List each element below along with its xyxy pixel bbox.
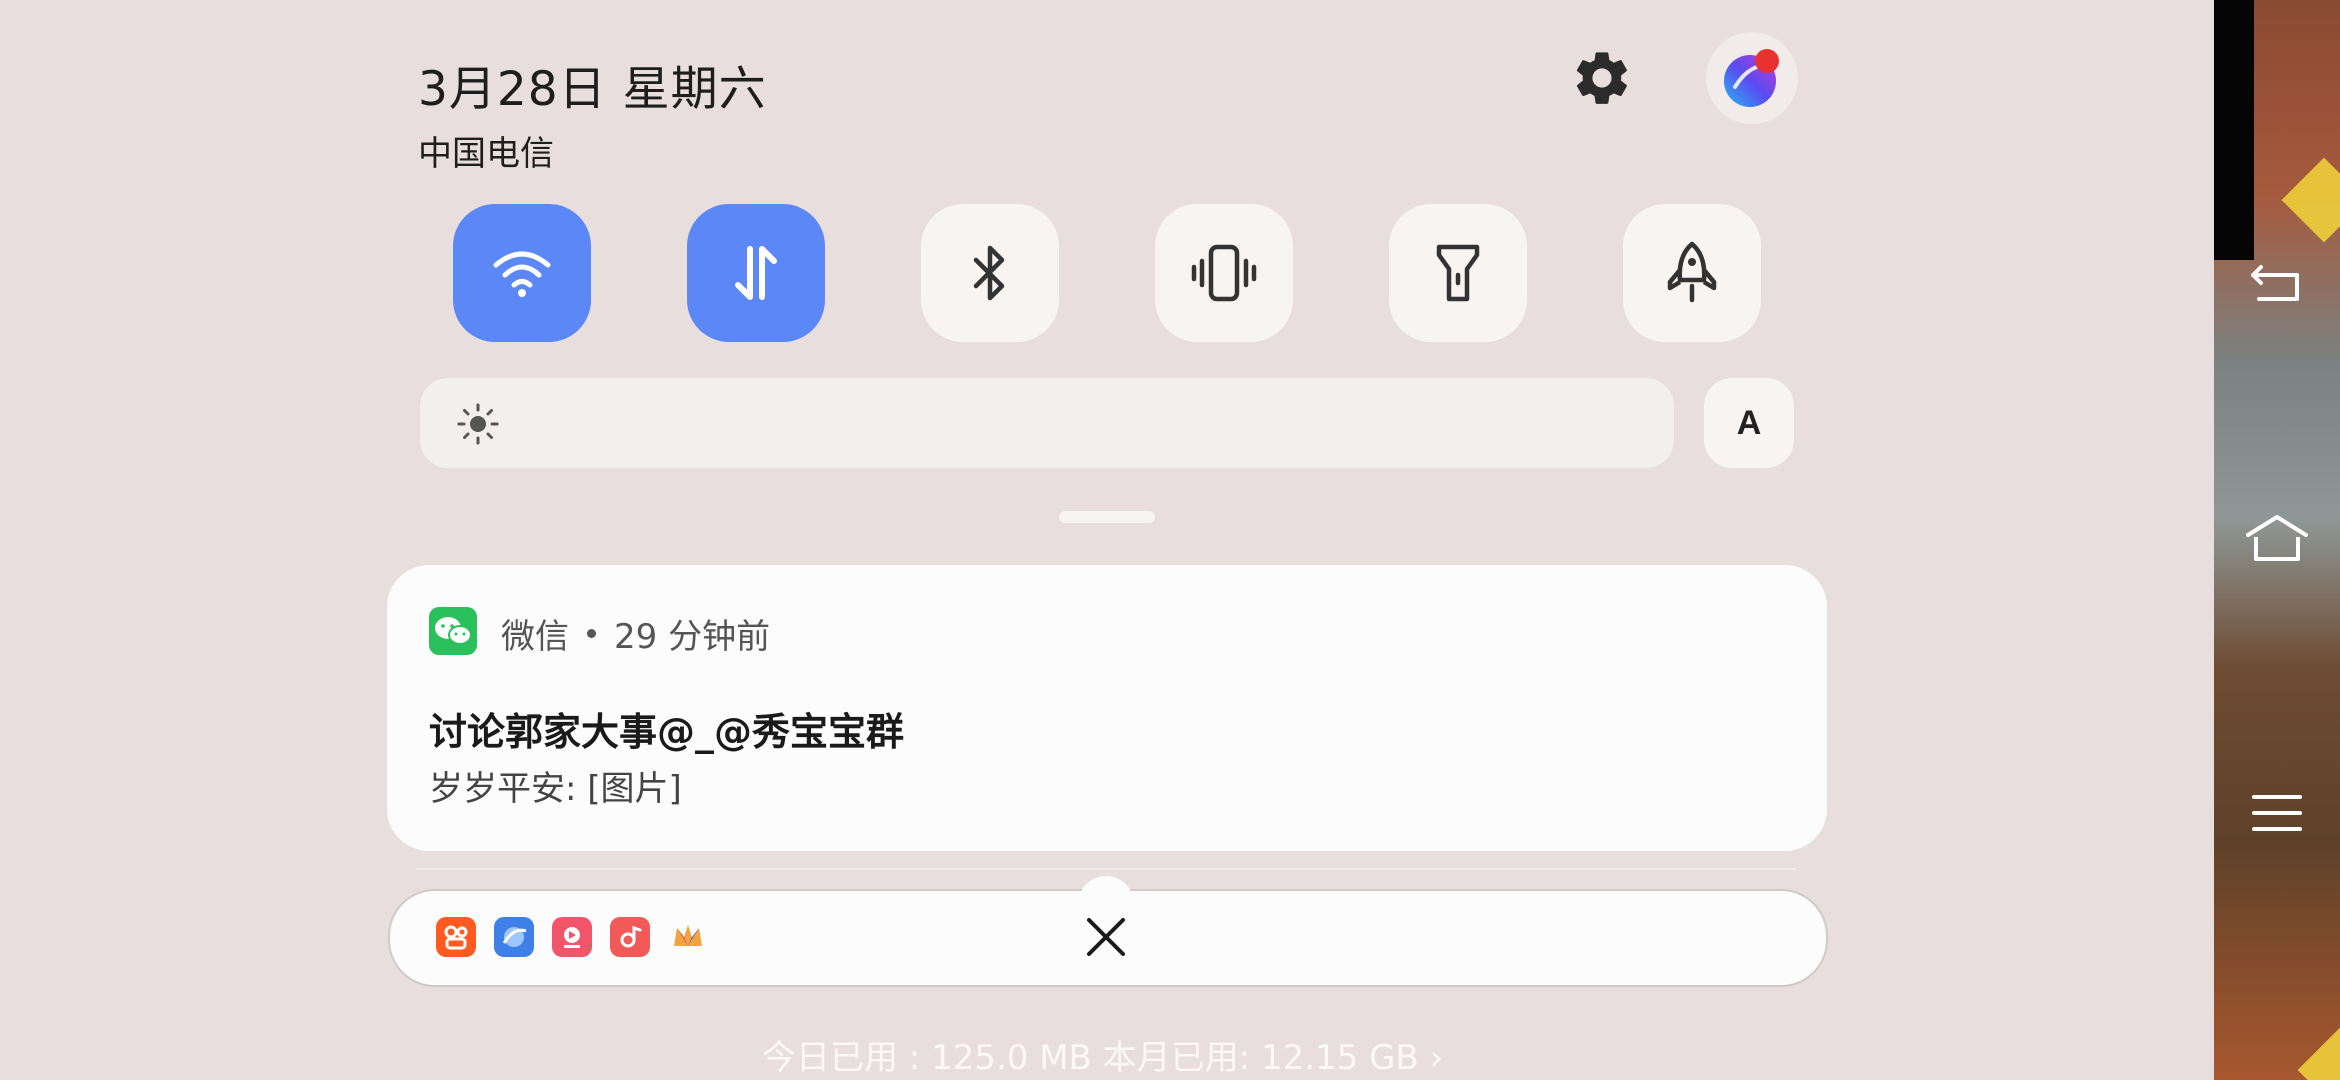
bluetooth-toggle[interactable] xyxy=(921,204,1059,342)
flashlight-toggle[interactable] xyxy=(1389,204,1527,342)
drag-handle[interactable] xyxy=(1059,511,1155,523)
crown-app-icon xyxy=(668,917,708,957)
data-arrows-icon xyxy=(735,246,777,300)
assistant-orb-icon xyxy=(1724,49,1779,107)
clear-notifications-button[interactable] xyxy=(1061,876,1151,986)
spark-decoration xyxy=(2297,1027,2340,1080)
mobile-data-toggle[interactable] xyxy=(687,204,825,342)
boost-toggle[interactable] xyxy=(1623,204,1761,342)
home-icon xyxy=(2246,515,2308,561)
gear-icon xyxy=(1576,52,1627,104)
divider xyxy=(416,868,1796,870)
menu-icon xyxy=(2252,795,2302,831)
notification-badge xyxy=(1755,49,1779,73)
spark-decoration xyxy=(2281,157,2340,243)
data-usage-text[interactable]: 今日已用 : 125.0 MB 本月已用: 12.15 GB › xyxy=(762,1030,1443,1079)
vibrate-toggle[interactable] xyxy=(1155,204,1293,342)
assistant-button[interactable] xyxy=(1706,32,1798,124)
wechat-icon xyxy=(429,607,477,655)
notification-header: 微信 29 分钟前 xyxy=(501,609,770,658)
carrier-name: 中国电信 xyxy=(418,134,554,174)
sun-icon xyxy=(457,403,499,445)
close-icon xyxy=(1087,918,1125,956)
browser-icon xyxy=(494,917,534,957)
back-icon xyxy=(2251,265,2299,301)
recents-button[interactable] xyxy=(2240,776,2314,850)
auto-brightness-button[interactable]: A xyxy=(1704,378,1794,468)
music-icon xyxy=(610,917,650,957)
video-app-icon xyxy=(552,917,592,957)
vibrate-icon xyxy=(1191,244,1257,302)
notification-title: 讨论郭家大事@_@秀宝宝群 xyxy=(429,710,905,754)
bluetooth-icon xyxy=(973,245,1005,301)
notification-time: 29 分钟前 xyxy=(614,617,771,657)
home-button[interactable] xyxy=(2240,502,2314,576)
rocket-icon xyxy=(1667,241,1717,303)
separator-dot xyxy=(587,629,596,638)
wechat-notification[interactable]: 微信 29 分钟前 讨论郭家大事@_@秀宝宝群 岁岁平安: [图片] xyxy=(387,565,1827,851)
settings-button[interactable] xyxy=(1566,42,1638,114)
back-button[interactable] xyxy=(2240,246,2314,320)
flashlight-icon xyxy=(1436,244,1480,302)
notification-app-name: 微信 xyxy=(501,617,569,657)
black-bar xyxy=(2214,0,2254,260)
clear-button-tab xyxy=(1078,876,1134,906)
kuaishou-icon xyxy=(436,917,476,957)
notification-body: 岁岁平安: [图片] xyxy=(429,769,682,809)
brightness-slider[interactable] xyxy=(420,378,1674,468)
wifi-toggle[interactable] xyxy=(453,204,591,342)
date-text: 3月28日 星期六 xyxy=(418,62,767,117)
wifi-icon xyxy=(493,251,551,297)
